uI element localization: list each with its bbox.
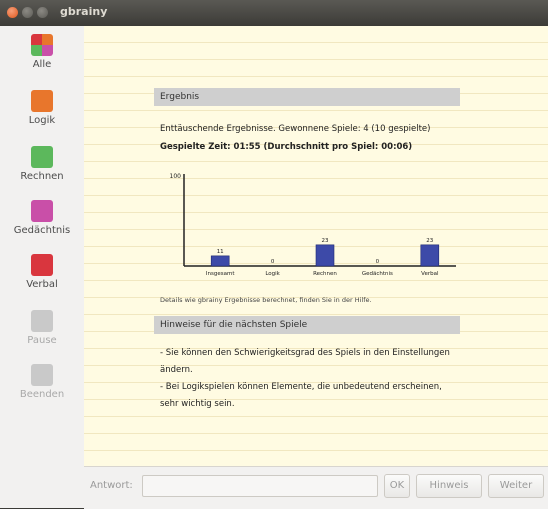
hint-line-4: sehr wichtig sein.	[160, 399, 235, 409]
results-header: Ergebnis	[154, 88, 460, 106]
close-window-button[interactable]	[7, 7, 18, 18]
sidebar-item-label: Verbal	[26, 279, 58, 290]
answer-bar: Antwort: OK Hinweis Weiter	[84, 466, 548, 509]
results-footnote: Details wie gbrainy Ergebnisse berechnet…	[160, 296, 372, 304]
bar-value-label: 0	[376, 259, 380, 265]
title-bar: gbrainy	[0, 0, 548, 26]
all-games-icon	[31, 34, 53, 56]
calculation-icon	[31, 146, 53, 168]
sidebar-item-label: Gedächtnis	[13, 225, 71, 236]
sidebar-item-label: Logik	[28, 115, 56, 126]
hint-line-3: - Bei Logikspielen können Elemente, die …	[160, 382, 442, 392]
game-area: Ergebnis Enttäuschende Ergebnisse. Gewon…	[84, 26, 548, 466]
sidebar-item-pause[interactable]: Pause	[0, 310, 84, 346]
y-tick-label: 100	[170, 173, 182, 180]
verbal-icon	[31, 254, 53, 276]
sidebar: Alle Logik Rechnen Gedächtnis Verbal Pau…	[0, 26, 85, 508]
bar-value-label: 11	[217, 249, 224, 255]
answer-input[interactable]	[142, 475, 378, 497]
stop-icon	[31, 364, 53, 386]
bar	[210, 255, 230, 267]
x-tick-label: Insgesamt	[206, 271, 235, 277]
x-tick-label: Logik	[265, 271, 280, 277]
maximize-window-button[interactable]	[37, 7, 48, 18]
memory-icon	[31, 200, 53, 222]
results-summary: Enttäuschende Ergebnisse. Gewonnene Spie…	[160, 124, 431, 134]
sidebar-item-label: Pause	[27, 335, 57, 346]
bar-value-label: 23	[322, 238, 329, 244]
hints-header: Hinweise für die nächsten Spiele	[154, 316, 460, 334]
minimize-window-button[interactable]	[22, 7, 33, 18]
results-time: Gespielte Zeit: 01:55 (Durchschnitt pro …	[160, 142, 413, 152]
bar	[420, 244, 440, 267]
app-window: Alle Logik Rechnen Gedächtnis Verbal Pau…	[0, 26, 548, 509]
ok-button[interactable]: OK	[384, 474, 410, 498]
results-chart: 100 11 Insgesamt 0 Logik 23 Rechnen 0 Gedächtnis…	[170, 173, 456, 277]
sidebar-item-gedaechtnis[interactable]: Gedächtnis	[0, 200, 84, 236]
answer-label: Antwort:	[90, 480, 133, 491]
logic-icon	[31, 90, 53, 112]
hint-button[interactable]: Hinweis	[416, 474, 482, 498]
pause-icon	[31, 310, 53, 332]
bar-value-label: 23	[426, 238, 433, 244]
next-button[interactable]: Weiter	[488, 474, 544, 498]
x-tick-label: Rechnen	[313, 271, 337, 277]
sidebar-item-verbal[interactable]: Verbal	[0, 254, 84, 290]
bar-value-label: 0	[271, 259, 275, 265]
sidebar-item-alle[interactable]: Alle	[0, 34, 84, 70]
sidebar-item-label: Alle	[32, 59, 52, 70]
sidebar-item-rechnen[interactable]: Rechnen	[0, 146, 84, 182]
sidebar-item-logik[interactable]: Logik	[0, 90, 84, 126]
sidebar-item-label: Rechnen	[20, 171, 64, 182]
x-tick-label: Verbal	[421, 271, 439, 277]
hint-line-2: ändern.	[160, 365, 193, 375]
x-tick-label: Gedächtnis	[362, 271, 393, 277]
hint-line-1: - Sie können den Schwierigkeitsgrad des …	[160, 348, 450, 358]
sidebar-item-label: Beenden	[19, 389, 65, 400]
window-title: gbrainy	[60, 5, 108, 18]
bar	[315, 244, 335, 267]
sidebar-item-beenden[interactable]: Beenden	[0, 364, 84, 400]
